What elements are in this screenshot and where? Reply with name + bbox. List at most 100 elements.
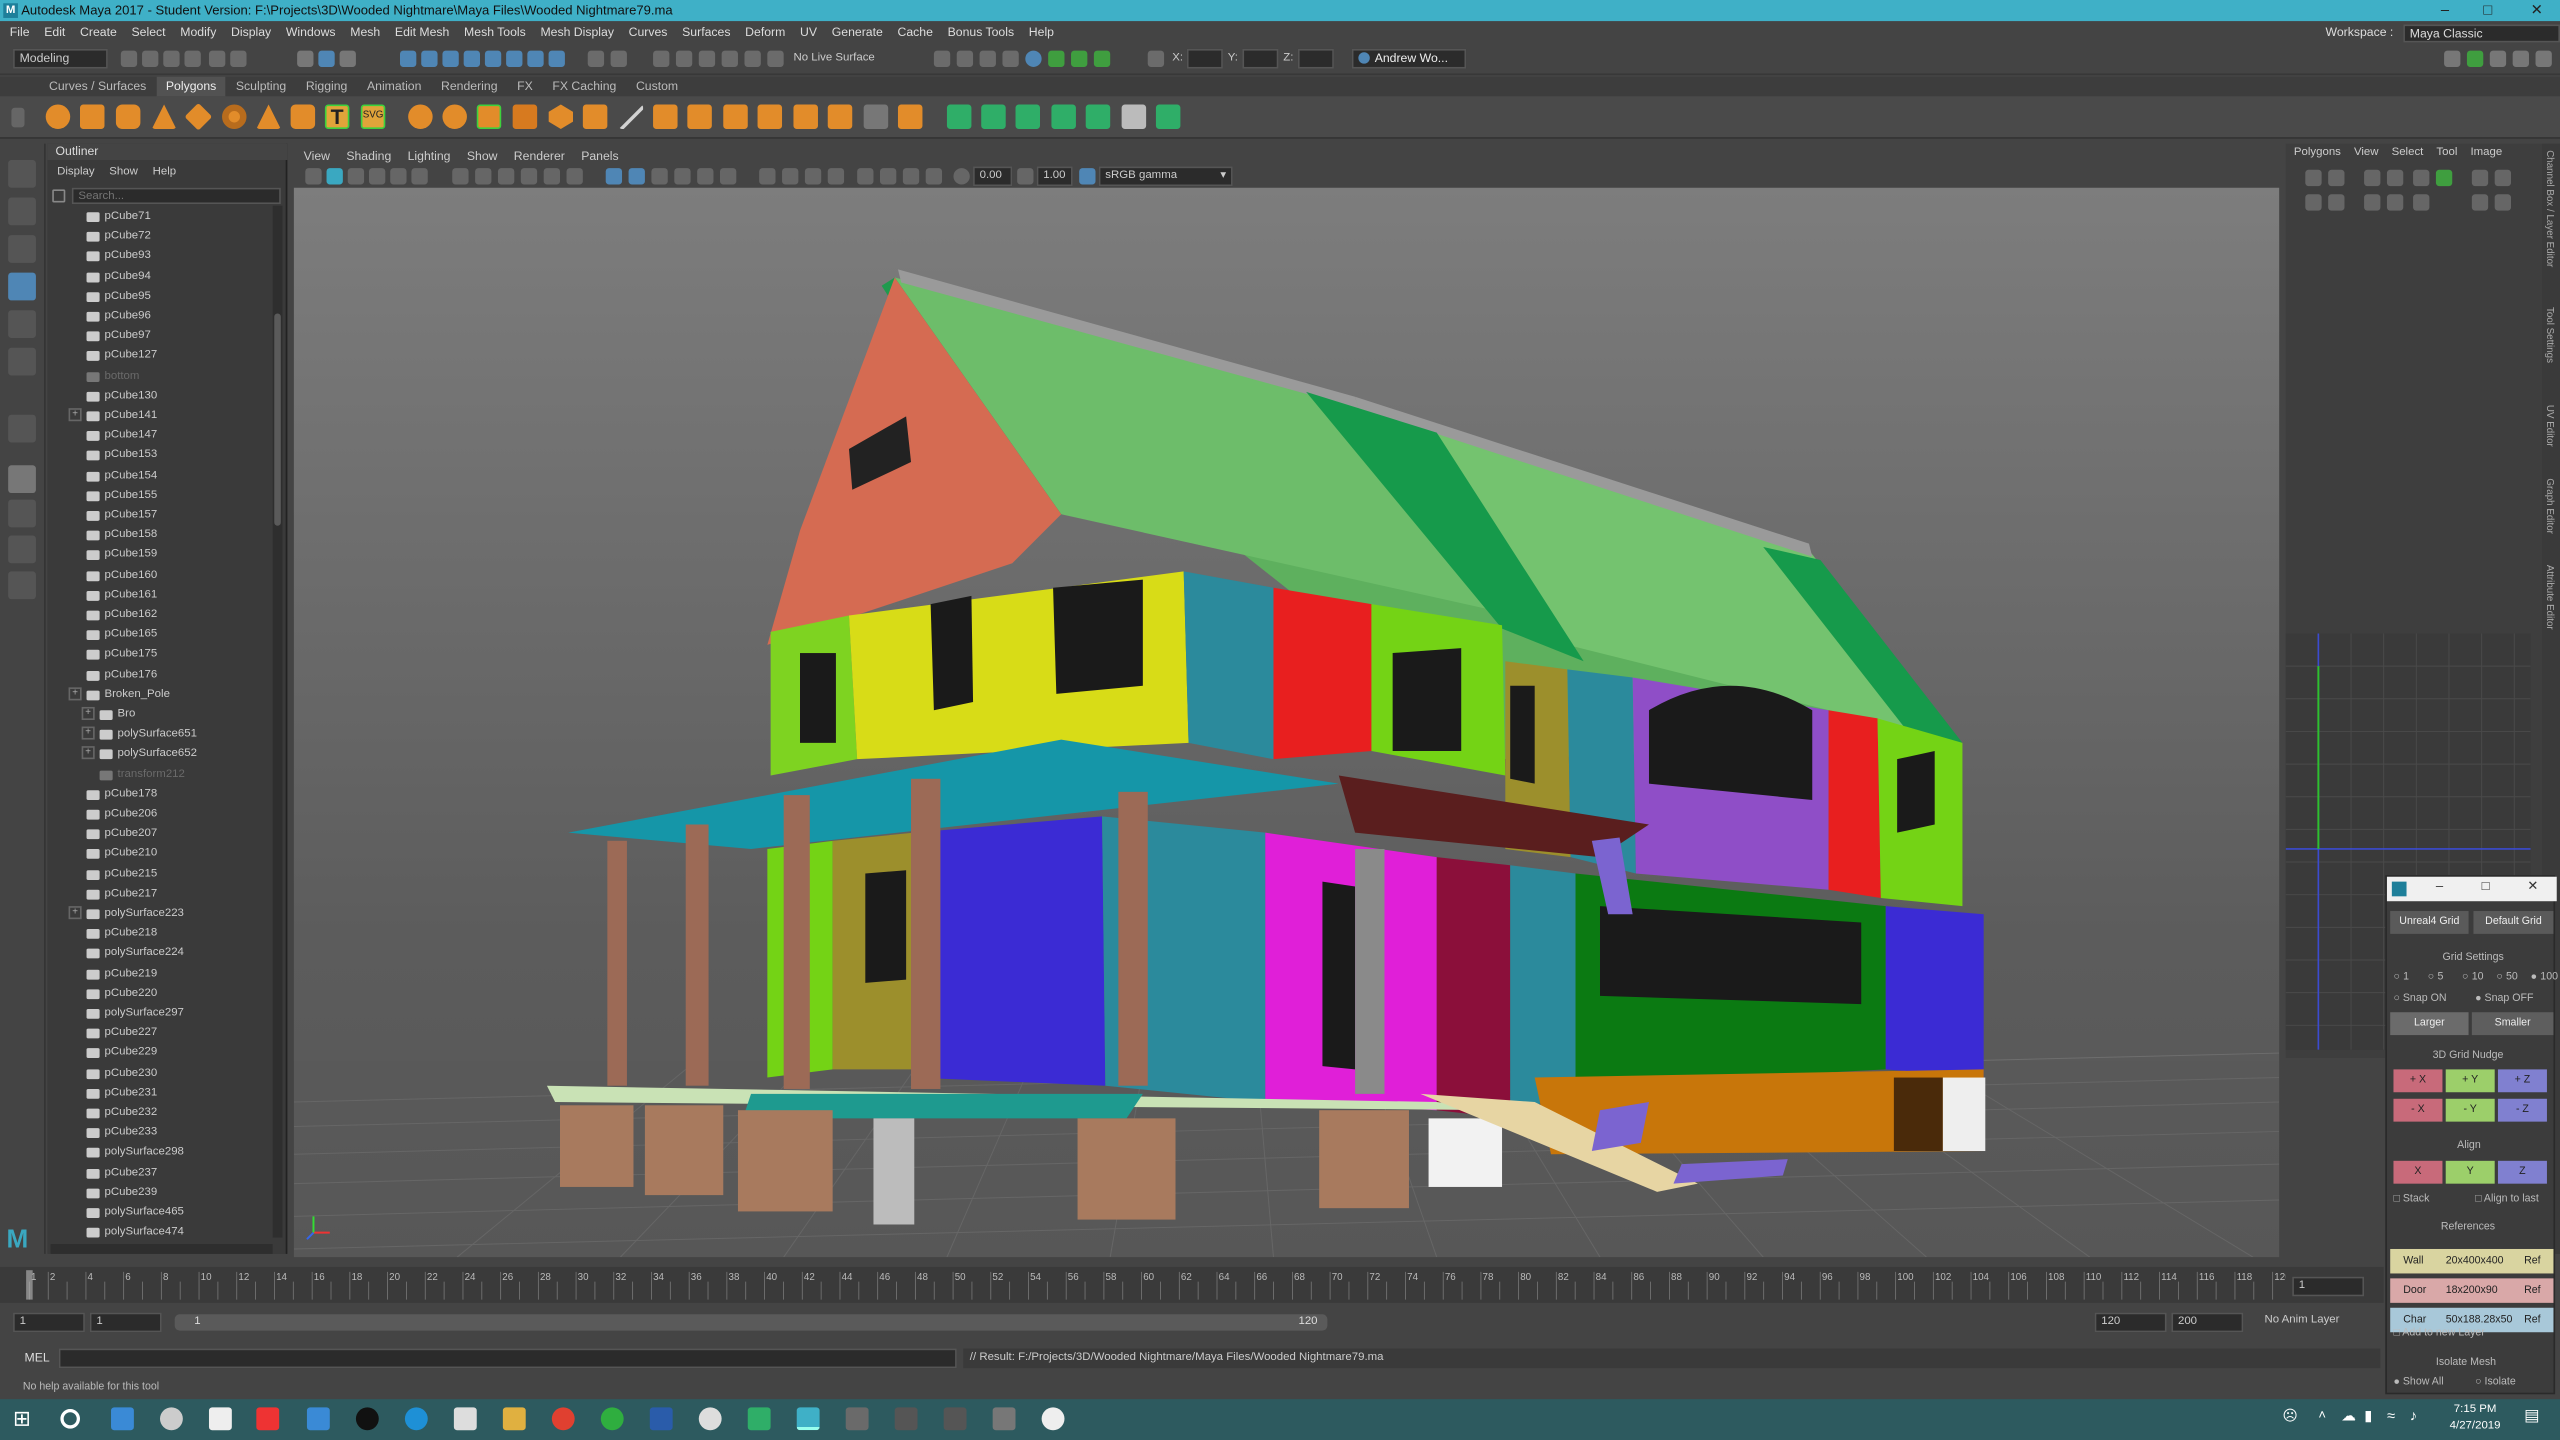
- outliner-row[interactable]: pCube154: [47, 466, 272, 486]
- uv-menu-select[interactable]: Select: [2392, 147, 2424, 158]
- outliner-row[interactable]: bottom: [47, 367, 272, 387]
- bridge-icon[interactable]: [618, 104, 644, 129]
- shelf-tab-polygons[interactable]: Polygons: [156, 76, 227, 97]
- notifications-icon[interactable]: ▤: [2524, 1407, 2547, 1430]
- uv-sew-icon[interactable]: [2386, 169, 2404, 187]
- search-icon[interactable]: [60, 1408, 80, 1429]
- menu-cache[interactable]: Cache: [898, 21, 933, 44]
- textured-icon[interactable]: [674, 168, 691, 185]
- menu-file[interactable]: File: [10, 21, 30, 44]
- select-component-icon[interactable]: [339, 50, 356, 67]
- outliner-row[interactable]: pCube210: [47, 845, 272, 865]
- select-by-dynamic-icon[interactable]: [506, 50, 523, 67]
- select-object-icon[interactable]: [318, 50, 335, 67]
- viewport-menu-view[interactable]: View: [304, 147, 330, 167]
- snap-view-plane-icon[interactable]: [721, 50, 738, 67]
- uv-rotate-ccw-icon[interactable]: [2471, 194, 2489, 211]
- cylindrical-mapping-icon[interactable]: [1015, 104, 1040, 129]
- outliner-menu-help[interactable]: Help: [153, 163, 177, 181]
- current-frame-marker[interactable]: [26, 1270, 33, 1300]
- wireframe-on-shaded-icon[interactable]: [651, 168, 668, 185]
- app4-icon[interactable]: [894, 1407, 918, 1431]
- poly-plane-icon[interactable]: [184, 102, 213, 131]
- side-tab-channel-box-layer-editor[interactable]: Channel Box / Layer Editor: [2544, 150, 2554, 267]
- menu-generate[interactable]: Generate: [832, 21, 883, 44]
- expand-toggle-icon[interactable]: +: [68, 408, 82, 422]
- volume-icon[interactable]: ♪: [2410, 1407, 2433, 1430]
- merge-icon[interactable]: [827, 104, 853, 129]
- insert-edge-loop-icon[interactable]: [863, 104, 889, 129]
- nudge-plus-z-button[interactable]: + Z: [2497, 1069, 2547, 1093]
- highlight-selection-icon[interactable]: [610, 50, 627, 67]
- search-filter-icon[interactable]: [51, 188, 67, 204]
- workspace-dropdown[interactable]: Maya Classic: [2403, 23, 2560, 42]
- outliner-row[interactable]: + Broken_Pole: [47, 685, 272, 705]
- grease-pencil-icon[interactable]: [411, 168, 428, 185]
- outliner-menu-show[interactable]: Show: [109, 163, 138, 181]
- select-camera-icon[interactable]: [305, 168, 322, 185]
- shelf-menu-icon[interactable]: [11, 107, 25, 128]
- exposure-field[interactable]: 0.00: [973, 166, 1013, 187]
- gt-close-icon[interactable]: ✕: [2527, 878, 2538, 893]
- outliner-row[interactable]: pCube239: [47, 1183, 272, 1203]
- outliner-row[interactable]: + pCube141: [47, 407, 272, 427]
- outliner-row[interactable]: pCube95: [47, 287, 272, 307]
- isolate-select-icon[interactable]: [857, 168, 874, 185]
- open-file-icon[interactable]: [120, 50, 138, 67]
- unreal4-grid-button[interactable]: Unreal4 Grid: [2390, 911, 2469, 934]
- battery-icon[interactable]: ▮: [2364, 1407, 2387, 1430]
- expand-toggle-icon[interactable]: +: [81, 726, 95, 740]
- viewport-menu-lighting[interactable]: Lighting: [408, 147, 451, 167]
- shelf-tab-rigging[interactable]: Rigging: [296, 77, 357, 97]
- start-icon[interactable]: ⊞: [13, 1407, 36, 1430]
- explorer-icon[interactable]: [502, 1407, 526, 1431]
- nudge-minus-x-button[interactable]: - X: [2393, 1098, 2443, 1122]
- automatic-mapping-icon[interactable]: [981, 104, 1006, 129]
- camera-attributes-icon[interactable]: [326, 168, 343, 185]
- select-tool-icon[interactable]: [8, 160, 36, 188]
- cloud-icon[interactable]: ☁: [2341, 1407, 2364, 1430]
- uv-cut-icon[interactable]: [2364, 169, 2381, 187]
- boolean-icon[interactable]: [512, 104, 538, 129]
- menu-uv[interactable]: UV: [800, 21, 817, 44]
- modeling-toolkit-icon[interactable]: [2489, 50, 2507, 67]
- menu-windows[interactable]: Windows: [286, 21, 336, 44]
- shelf-tab-fx[interactable]: FX: [507, 77, 542, 97]
- align-last-checkbox[interactable]: □ Align to last: [2475, 1193, 2539, 1204]
- four-view-layout-icon[interactable]: [8, 499, 36, 528]
- extrude-icon[interactable]: [582, 104, 608, 129]
- field-chart-icon[interactable]: [543, 168, 560, 185]
- outliner-row[interactable]: pCube162: [47, 606, 272, 626]
- shelf-tab-fx-caching[interactable]: FX Caching: [543, 77, 627, 97]
- lock-selection-icon[interactable]: [587, 50, 605, 67]
- uv-menu-image[interactable]: Image: [2470, 147, 2502, 158]
- color-management-icon[interactable]: [1079, 168, 1096, 185]
- bookmark-icon[interactable]: [347, 168, 365, 185]
- stack-checkbox[interactable]: □ Stack: [2393, 1193, 2429, 1204]
- outliner-row[interactable]: pCube93: [47, 247, 272, 267]
- outliner-row[interactable]: pCube218: [47, 924, 272, 944]
- uv-menu-view[interactable]: View: [2354, 147, 2379, 158]
- menu-create[interactable]: Create: [80, 21, 117, 44]
- gate-mask-icon[interactable]: [520, 168, 538, 185]
- outliner-row[interactable]: pCube165: [47, 626, 272, 646]
- outliner-row[interactable]: pCube155: [47, 486, 272, 506]
- outliner-row[interactable]: pCube229: [47, 1044, 272, 1064]
- uv-menu-polygons[interactable]: Polygons: [2294, 147, 2341, 158]
- app2-icon[interactable]: [747, 1407, 771, 1431]
- maya-taskbar-icon[interactable]: [796, 1407, 820, 1431]
- attribute-editor-toggle-icon[interactable]: [2512, 50, 2529, 67]
- minimize-icon[interactable]: –: [2441, 0, 2449, 21]
- media-icon[interactable]: [355, 1407, 379, 1431]
- larger-button[interactable]: Larger: [2390, 1012, 2469, 1036]
- outliner-row[interactable]: pCube220: [47, 984, 272, 1004]
- resolution-gate-icon[interactable]: [497, 168, 515, 185]
- gamma-field[interactable]: 1.00: [1036, 166, 1073, 187]
- adobe-icon[interactable]: [256, 1407, 280, 1431]
- outliner-row[interactable]: pCube175: [47, 646, 272, 666]
- anti-aliasing-icon[interactable]: [804, 168, 822, 185]
- edge-icon[interactable]: [404, 1407, 428, 1431]
- shelf-tab-sculpting[interactable]: Sculpting: [226, 77, 296, 97]
- outliner-menu-display[interactable]: Display: [57, 163, 94, 181]
- shelf-tab-animation[interactable]: Animation: [357, 77, 431, 97]
